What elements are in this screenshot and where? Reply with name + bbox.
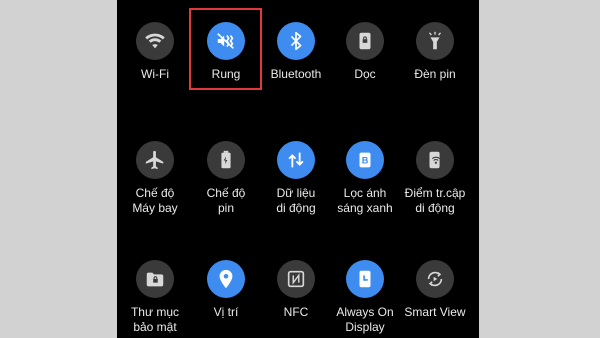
tile-label: Smart View <box>404 305 466 319</box>
location-icon <box>207 260 245 298</box>
svg-text:B: B <box>362 156 369 166</box>
wifi-icon <box>136 22 174 60</box>
flashlight-icon <box>416 22 454 60</box>
secure-folder-icon <box>136 260 174 298</box>
smart-view-icon <box>416 260 454 298</box>
highlight-box <box>189 8 262 90</box>
tile-diem-truy-cap[interactable]: Điểm tr.cập di động <box>390 141 480 216</box>
hotspot-icon <box>416 141 454 179</box>
portrait-lock-icon <box>346 22 384 60</box>
bluetooth-icon <box>277 22 315 60</box>
battery-saver-icon <box>207 141 245 179</box>
mobile-data-icon <box>277 141 315 179</box>
tile-label: Điểm tr.cập di động <box>404 186 466 215</box>
tile-den-pin[interactable]: Đèn pin <box>390 22 480 82</box>
tile-label: Đèn pin <box>414 67 456 81</box>
nfc-icon <box>277 260 315 298</box>
tile-smart-view[interactable]: Smart View <box>390 260 480 320</box>
blue-light-filter-icon: B <box>346 141 384 179</box>
always-on-display-icon <box>346 260 384 298</box>
airplane-icon <box>136 141 174 179</box>
